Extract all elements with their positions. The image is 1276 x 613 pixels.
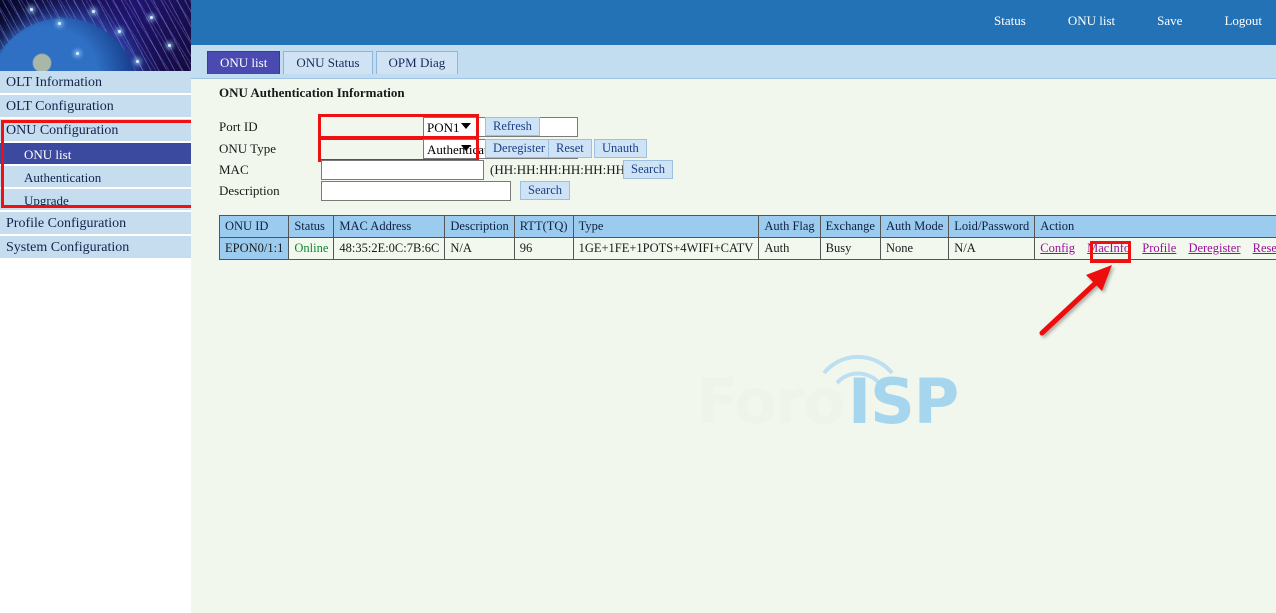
col-status: Status xyxy=(289,216,334,238)
form-row-port-id: Port ID PON1 Refresh xyxy=(219,117,699,138)
sidebar-item-onu-configuration[interactable]: ONU Configuration xyxy=(0,119,191,143)
cell-auth-flag: Auth xyxy=(759,238,820,260)
light-dot xyxy=(118,30,121,33)
col-exchange: Exchange xyxy=(820,216,880,238)
mac-label: MAC xyxy=(219,162,314,178)
sidebar-item-olt-information[interactable]: OLT Information xyxy=(0,71,191,95)
cell-mac-address: 48:35:2E:0C:7B:6C xyxy=(334,238,445,260)
col-mac-address: MAC Address xyxy=(334,216,445,238)
top-header-bar: Status ONU list Save Logout xyxy=(191,0,1276,45)
watermark-text-isp: ISP xyxy=(848,365,958,438)
table-row: EPON0/1:1 Online 48:35:2E:0C:7B:6C N/A 9… xyxy=(220,238,1276,260)
sidebar-item-system-configuration[interactable]: System Configuration xyxy=(0,236,191,260)
light-dot xyxy=(92,10,95,13)
mac-input[interactable] xyxy=(321,160,484,180)
cell-onu-id: EPON0/1:1 xyxy=(220,238,289,260)
cell-auth-mode: None xyxy=(880,238,948,260)
tab-strip: ONU list ONU Status OPM Diag xyxy=(191,45,1276,79)
onu-list-table: ONU ID Status MAC Address Description RT… xyxy=(219,215,1276,260)
light-dot xyxy=(58,22,61,25)
tab-onu-list[interactable]: ONU list xyxy=(207,51,280,74)
action-link-deregister[interactable]: Deregister xyxy=(1188,241,1240,255)
onu-type-select-wrapper: Authentication xyxy=(321,139,476,159)
cell-type: 1GE+1FE+1POTS+4WIFI+CATV xyxy=(573,238,759,260)
sidebar-navigation: OLT Information OLT Configuration ONU Co… xyxy=(0,71,191,260)
mac-format-hint: (HH:HH:HH:HH:HH:HH) xyxy=(490,162,629,178)
form-row-mac: MAC (HH:HH:HH:HH:HH:HH) Search xyxy=(219,160,699,181)
cell-status: Online xyxy=(289,238,334,260)
tab-list: ONU list ONU Status OPM Diag xyxy=(207,51,461,74)
table-header-row: ONU ID Status MAC Address Description RT… xyxy=(220,216,1276,238)
refresh-button[interactable]: Refresh xyxy=(485,117,540,136)
description-input[interactable] xyxy=(321,181,511,201)
cell-description: N/A xyxy=(445,238,514,260)
page-title: ONU Authentication Information xyxy=(219,85,405,101)
watermark-text-foro: Foro xyxy=(696,365,844,438)
light-dot xyxy=(150,16,153,19)
cell-exchange: Busy xyxy=(820,238,880,260)
cell-loid-password: N/A xyxy=(949,238,1035,260)
status-badge: Online xyxy=(294,241,328,255)
light-dot xyxy=(136,60,139,63)
col-loid-password: Loid/Password xyxy=(949,216,1035,238)
col-description: Description xyxy=(445,216,514,238)
fiber-globe-banner-image xyxy=(0,0,191,71)
description-search-button[interactable]: Search xyxy=(520,181,570,200)
sidebar-item-profile-configuration[interactable]: Profile Configuration xyxy=(0,212,191,236)
cell-actions: Config MacInfo Profile Deregister Reset … xyxy=(1035,238,1276,260)
topnav-status[interactable]: Status xyxy=(994,13,1026,29)
action-link-reset[interactable]: Reset xyxy=(1253,241,1276,255)
description-label: Description xyxy=(219,183,314,199)
unauth-button[interactable]: Unauth xyxy=(594,139,647,158)
topnav-save[interactable]: Save xyxy=(1157,13,1182,29)
sidebar-item-onu-list[interactable]: ONU list xyxy=(0,143,191,166)
main-content: ONU Authentication Information Port ID P… xyxy=(191,79,1276,613)
col-onu-id: ONU ID xyxy=(220,216,289,238)
tab-onu-status[interactable]: ONU Status xyxy=(283,51,372,74)
light-dot xyxy=(76,52,79,55)
col-type: Type xyxy=(573,216,759,238)
col-auth-mode: Auth Mode xyxy=(880,216,948,238)
light-dot xyxy=(168,44,171,47)
globe-graphic xyxy=(0,18,138,71)
port-id-label: Port ID xyxy=(219,119,314,135)
port-id-select-wrapper: PON1 xyxy=(321,117,476,137)
col-rtt-tq: RTT(TQ) xyxy=(514,216,573,238)
tab-opm-diag[interactable]: OPM Diag xyxy=(376,51,459,74)
foroisp-watermark: Foro ISP xyxy=(696,347,972,429)
form-row-onu-type: ONU Type Authentication Deregister Reset… xyxy=(219,139,699,160)
top-navigation: Status ONU list Save Logout xyxy=(994,13,1262,29)
onu-type-label: ONU Type xyxy=(219,141,314,157)
sidebar-item-upgrade[interactable]: Upgrade xyxy=(0,189,191,212)
reset-button[interactable]: Reset xyxy=(548,139,592,158)
action-link-profile[interactable]: Profile xyxy=(1142,241,1176,255)
cell-rtt-tq: 96 xyxy=(514,238,573,260)
sidebar-item-olt-configuration[interactable]: OLT Configuration xyxy=(0,95,191,119)
action-link-macinfo[interactable]: MacInfo xyxy=(1087,241,1130,255)
action-link-config[interactable]: Config xyxy=(1040,241,1075,255)
topnav-onu-list[interactable]: ONU list xyxy=(1068,13,1115,29)
watermark-wifi-icon xyxy=(696,347,972,429)
light-dot xyxy=(30,8,33,11)
col-auth-flag: Auth Flag xyxy=(759,216,820,238)
mac-search-button[interactable]: Search xyxy=(623,160,673,179)
deregister-button[interactable]: Deregister xyxy=(485,139,553,158)
col-action: Action xyxy=(1035,216,1276,238)
form-row-description: Description Search xyxy=(219,181,699,202)
topnav-logout[interactable]: Logout xyxy=(1224,13,1262,29)
sidebar-item-authentication[interactable]: Authentication xyxy=(0,166,191,189)
